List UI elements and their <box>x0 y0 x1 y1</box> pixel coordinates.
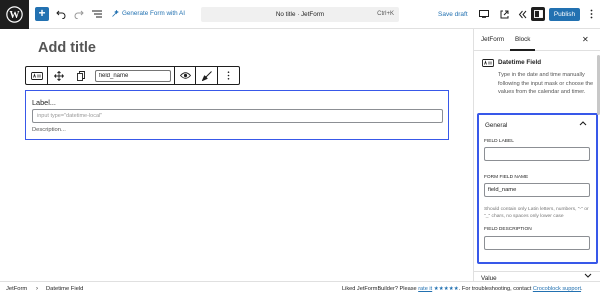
save-draft-button[interactable]: Save draft <box>438 11 468 18</box>
footer-rating-note: Liked JetFormBuilder? Please rate it ★★★… <box>342 286 583 292</box>
close-icon[interactable]: ✕ <box>582 35 589 44</box>
general-panel-title[interactable]: General <box>485 122 507 129</box>
block-more-icon[interactable] <box>218 67 239 84</box>
support-prefix: . For troubleshooting, contact <box>458 286 532 292</box>
move-icon[interactable] <box>48 67 70 84</box>
rating-prefix: Liked JetFormBuilder? Please <box>342 286 417 292</box>
magic-wand-icon <box>112 10 119 17</box>
active-tab-indicator <box>510 49 535 51</box>
field-label-input[interactable] <box>484 147 590 161</box>
tab-block[interactable]: Block <box>515 36 530 43</box>
command-shortcut: Ctrl+K <box>377 11 394 17</box>
form-field-name-input[interactable]: field_name <box>484 183 590 197</box>
block-name: Datetime Field <box>498 59 542 66</box>
field-description-input[interactable] <box>484 236 590 250</box>
wordpress-logo[interactable]: W <box>0 0 29 29</box>
options-icon[interactable] <box>583 6 599 22</box>
block-description: Type in the date and time manually follo… <box>498 72 594 95</box>
settings-panel-icon[interactable] <box>531 7 545 21</box>
field-label-placeholder[interactable]: Label... <box>32 98 56 107</box>
desktop-preview-icon[interactable] <box>476 6 492 22</box>
field-label-caption: FIELD LABEL <box>484 139 514 144</box>
crocoblock-support-link[interactable]: Crocoblock support <box>533 286 581 292</box>
list-view-icon[interactable] <box>89 6 105 22</box>
datetime-input-preview: input type="datetime-local" <box>32 109 443 123</box>
value-panel[interactable]: Value <box>474 271 600 282</box>
editor-canvas: Add title Label... input type="datetime-… <box>0 29 473 281</box>
editor-top-bar: W + Generate Form with AI No title · Jet… <box>0 0 600 29</box>
datetime-field-icon[interactable] <box>26 67 48 84</box>
document-title-bar[interactable]: No title · JetForm Ctrl+K <box>201 7 399 22</box>
publish-button[interactable]: Publish <box>549 8 580 21</box>
datetime-field-block[interactable]: Label... input type="datetime-local" Des… <box>25 90 449 140</box>
generate-ai-button[interactable]: Generate Form with AI <box>112 10 185 17</box>
form-field-name-caption: FORM FIELD NAME <box>484 175 529 180</box>
field-name-help-text: Should contain only Latin letters, numbe… <box>484 207 589 219</box>
general-panel: General FIELD LABEL FORM FIELD NAME fiel… <box>477 113 598 264</box>
external-view-icon[interactable] <box>496 6 512 22</box>
sidebar-tabs: JetForm Block ✕ <box>474 29 600 51</box>
breadcrumb-datetime-field[interactable]: Datetime Field <box>46 286 83 292</box>
chevron-down-icon <box>584 273 592 281</box>
chevrons-left-icon[interactable] <box>514 6 530 22</box>
tab-jetform[interactable]: JetForm <box>481 36 504 43</box>
generate-ai-label: Generate Form with AI <box>122 10 185 17</box>
field-description-caption: FIELD DESCRIPTION <box>484 227 532 232</box>
chevron-right-icon: › <box>36 286 38 292</box>
field-description-placeholder[interactable]: Description... <box>32 127 66 133</box>
breadcrumb-jetform[interactable]: JetForm <box>6 286 27 292</box>
post-title-placeholder[interactable]: Add title <box>38 40 96 56</box>
eye-icon[interactable] <box>174 67 196 84</box>
paint-brush-icon[interactable] <box>196 67 218 84</box>
document-title: No title · JetForm <box>275 11 325 18</box>
undo-icon[interactable] <box>53 6 69 22</box>
settings-sidebar: JetForm Block ✕ Datetime Field Type in t… <box>473 29 600 282</box>
datetime-field-icon <box>482 59 494 67</box>
copy-icon[interactable] <box>70 67 92 84</box>
wordpress-logo-icon: W <box>6 6 23 23</box>
support-suffix: . <box>581 286 583 292</box>
chevron-up-icon[interactable] <box>579 119 587 128</box>
redo-icon[interactable] <box>71 6 87 22</box>
add-block-button[interactable]: + <box>35 7 49 21</box>
rating-stars[interactable]: ★★★★★ <box>434 286 459 292</box>
svg-text:W: W <box>9 10 20 21</box>
rate-it-link[interactable]: rate it <box>418 286 432 292</box>
block-toolbar <box>25 66 240 85</box>
field-name-input[interactable] <box>95 70 171 82</box>
editor-footer: JetForm › Datetime Field Liked JetFormBu… <box>0 281 600 295</box>
